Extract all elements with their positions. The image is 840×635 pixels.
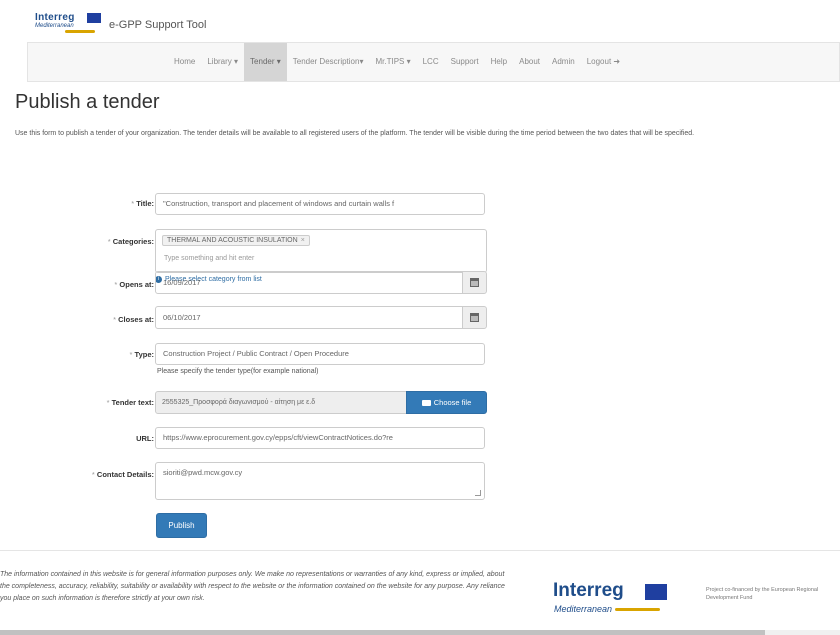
category-tag[interactable]: THERMAL AND ACOUSTIC INSULATION × [162, 235, 310, 246]
url-label: URL: [136, 434, 154, 443]
choose-file-button[interactable]: Choose file [406, 391, 487, 414]
url-input[interactable]: https://www.eprocurement.gov.cy/epps/cft… [155, 427, 485, 449]
nav-about[interactable]: About [513, 43, 546, 81]
footer-logo-sub: Mediterranean [554, 604, 613, 614]
title-label: * Title: [131, 199, 154, 208]
scrollbar-thumb[interactable] [0, 630, 765, 635]
closes-at-field: 06/10/2017 [155, 306, 487, 329]
eu-flag-icon [87, 13, 101, 23]
type-label: * Type: [129, 350, 154, 359]
publish-button[interactable]: Publish [156, 513, 207, 538]
nav-home[interactable]: Home [168, 43, 201, 81]
contact-label: * Contact Details: [91, 470, 154, 479]
title-row: * Title: "Construction, transport and pl… [0, 193, 840, 217]
closes-at-calendar-button[interactable] [462, 306, 487, 329]
tender-text-label: * Tender text: [106, 398, 154, 407]
contact-value: sioriti@pwd.mcw.gov.cy [163, 468, 243, 477]
footer-logo-swoosh [615, 608, 660, 611]
nav-help[interactable]: Help [485, 43, 513, 81]
footer-interreg-logo: Interreg Mediterranean [553, 580, 693, 625]
nav-mr-tips[interactable]: Mr.TIPS ▾ [369, 43, 416, 81]
nav-menu: Home Library ▾ Tender ▾ Tender Descripti… [168, 43, 626, 81]
app-title: e-GPP Support Tool [109, 19, 207, 31]
title-input[interactable]: "Construction, transport and placement o… [155, 193, 485, 215]
logo-swoosh [65, 30, 95, 33]
disclaimer-text: The information contained in this websit… [0, 571, 505, 602]
calendar-icon [470, 313, 479, 322]
categories-label: * Categories: [107, 237, 154, 246]
opens-at-calendar-button[interactable] [462, 271, 487, 294]
tag-remove-icon[interactable]: × [301, 237, 305, 244]
choose-file-label: Choose file [433, 398, 472, 407]
categories-placeholder: Type something and hit enter [164, 255, 255, 262]
nav-logout[interactable]: Logout ➜ [581, 43, 626, 81]
nav-support[interactable]: Support [445, 43, 485, 81]
resize-grip-icon[interactable] [475, 490, 481, 496]
closes-at-input[interactable]: 06/10/2017 [155, 306, 463, 329]
opens-at-input[interactable]: 16/09/2017 [155, 271, 463, 294]
footer-logo-word: Interreg [553, 580, 624, 601]
intro-text: Use this form to publish a tender of you… [15, 130, 695, 137]
type-help-text: Please specify the tender type(for examp… [157, 368, 319, 375]
nav-tender[interactable]: Tender ▾ [244, 43, 287, 81]
nav-lcc[interactable]: LCC [417, 43, 445, 81]
categories-input[interactable]: THERMAL AND ACOUSTIC INSULATION × Type so… [155, 229, 487, 273]
logo-word: Interreg [35, 12, 75, 23]
tender-text-filename: 2555325_Προσφορά διαγωνισμού - αίτηση με… [155, 391, 407, 414]
type-input[interactable]: Construction Project / Public Contract /… [155, 343, 485, 365]
opens-at-label-text: * Opens at: [114, 280, 154, 289]
navbar: Home Library ▾ Tender ▾ Tender Descripti… [27, 42, 840, 82]
footer-divider [0, 550, 840, 551]
page-title: Publish a tender [15, 91, 160, 113]
nav-admin[interactable]: Admin [546, 43, 581, 81]
nav-tender-description[interactable]: Tender Description▾ [287, 43, 370, 81]
header: Interreg Mediterranean e-GPP Support Too… [0, 0, 840, 85]
logo-sub: Mediterranean [35, 23, 74, 29]
contact-textarea[interactable]: sioriti@pwd.mcw.gov.cy [155, 462, 485, 500]
closes-at-label: * Closes at: [113, 315, 154, 324]
calendar-icon [470, 278, 479, 287]
brand[interactable]: Interreg Mediterranean e-GPP Support Too… [35, 12, 206, 38]
horizontal-scrollbar[interactable] [0, 630, 840, 635]
opens-at-field: 16/09/2017 [155, 271, 487, 294]
funding-text: Project co-financed by the European Regi… [706, 587, 819, 601]
folder-icon [421, 399, 431, 406]
nav-library[interactable]: Library ▾ [201, 43, 244, 81]
interreg-logo: Interreg Mediterranean [35, 12, 107, 38]
eu-flag-icon [645, 584, 667, 600]
